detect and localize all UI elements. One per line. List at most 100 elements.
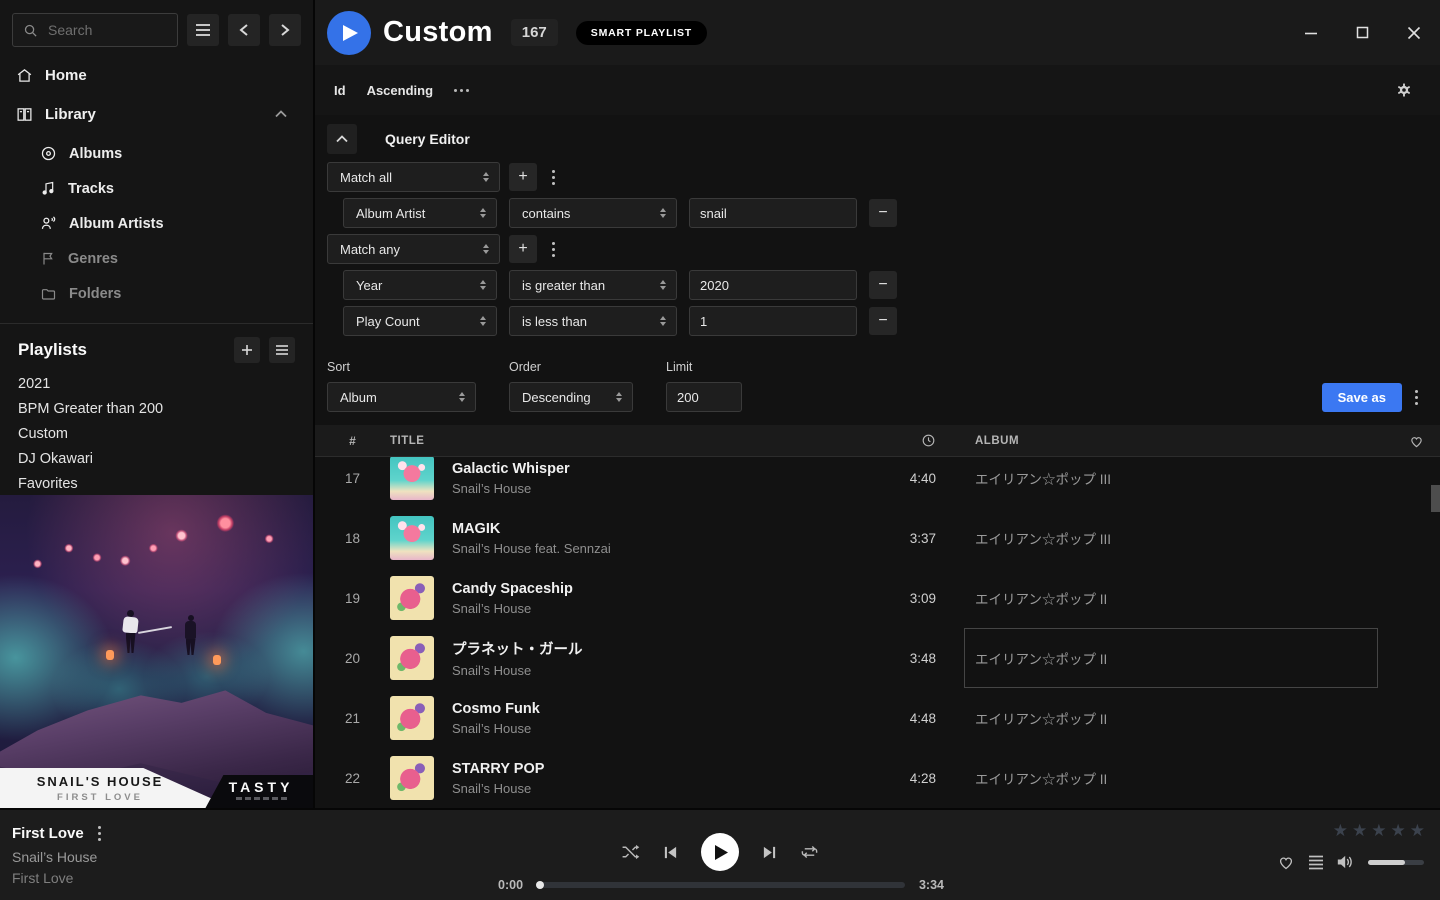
remove-rule-button[interactable]: −: [869, 307, 897, 335]
close-button[interactable]: [1403, 22, 1425, 44]
column-favorite[interactable]: [1392, 434, 1440, 448]
seek-knob[interactable]: [536, 881, 544, 889]
add-playlist-button[interactable]: [234, 337, 260, 363]
scrollbar-thumb[interactable]: [1431, 485, 1440, 512]
volume-button[interactable]: [1337, 854, 1355, 870]
rule-value-input[interactable]: [689, 198, 857, 228]
playlist-view-button[interactable]: [269, 337, 295, 363]
track-row[interactable]: 19Candy SpaceshipSnail’s House3:09エイリアン☆…: [315, 568, 1440, 628]
sidebar-item-albums[interactable]: Albums: [0, 136, 313, 171]
library-list: AlbumsTracksAlbum ArtistsGenresFolders: [0, 136, 313, 311]
track-album: エイリアン☆ポップ III: [975, 468, 1111, 488]
track-album-cell[interactable]: エイリアン☆ポップ II: [942, 568, 1392, 628]
previous-track-button[interactable]: [663, 845, 678, 860]
star-icon[interactable]: ★: [1371, 822, 1386, 839]
shuffle-button[interactable]: [621, 844, 640, 860]
column-title[interactable]: TITLE: [390, 435, 822, 447]
save-more-button[interactable]: [1409, 386, 1424, 409]
track-album-cell[interactable]: エイリアン☆ポップ II: [942, 628, 1392, 688]
repeat-button[interactable]: [800, 844, 819, 860]
playlist-item[interactable]: BPM Greater than 200: [0, 396, 313, 421]
toolbar-more-button[interactable]: [454, 89, 469, 92]
group-more-button[interactable]: [546, 238, 561, 261]
sort-direction-button[interactable]: Ascending: [367, 83, 433, 98]
track-album-cell[interactable]: エイリアン☆ポップ II: [942, 688, 1392, 748]
track-row[interactable]: 21Cosmo FunkSnail’s House4:48エイリアン☆ポップ I…: [315, 688, 1440, 748]
rule-field-select[interactable]: Album Artist: [343, 198, 497, 228]
search-box[interactable]: [12, 13, 178, 47]
column-album[interactable]: ALBUM: [942, 435, 1392, 447]
sidebar-item-genres[interactable]: Genres: [0, 241, 313, 276]
rule-value-input[interactable]: [689, 306, 857, 336]
limit-input[interactable]: [666, 382, 742, 412]
collapse-query-editor-button[interactable]: [327, 124, 357, 154]
star-icon[interactable]: ★: [1333, 822, 1348, 839]
rule-operator-select[interactable]: contains: [509, 198, 677, 228]
track-row[interactable]: 17Galactic WhisperSnail’s House4:40エイリアン…: [315, 457, 1440, 508]
group-more-button[interactable]: [546, 166, 561, 189]
rule-field-select[interactable]: Year: [343, 270, 497, 300]
play-playlist-button[interactable]: [327, 11, 371, 55]
minimize-button[interactable]: [1300, 22, 1322, 44]
track-album-cell[interactable]: エイリアン☆ポップ III: [942, 457, 1392, 508]
sidebar-item-tracks[interactable]: Tracks: [0, 171, 313, 206]
menu-button[interactable]: [187, 14, 219, 46]
match-mode-select[interactable]: Match any: [327, 234, 500, 264]
sort-select[interactable]: Album: [327, 382, 476, 412]
star-icon[interactable]: ★: [1391, 822, 1406, 839]
transport-controls: [621, 833, 819, 871]
now-playing-artist: Snail’s House: [12, 849, 103, 865]
play-pause-button[interactable]: [701, 833, 739, 871]
column-duration[interactable]: [822, 433, 942, 448]
rule-operator-select[interactable]: is less than: [509, 306, 677, 336]
track-number: 17: [315, 471, 390, 486]
track-number: 22: [315, 771, 390, 786]
track-row[interactable]: 22STARRY POPSnail’s House4:28エイリアン☆ポップ I…: [315, 748, 1440, 808]
favorite-button[interactable]: [1277, 854, 1295, 870]
now-playing-menu-button[interactable]: [96, 824, 103, 843]
rule-value-input[interactable]: [689, 270, 857, 300]
save-as-button[interactable]: Save as: [1322, 383, 1402, 412]
sort-field: Sort Album: [327, 360, 476, 412]
sort-label: Sort: [327, 360, 476, 374]
track-artist: Snail’s House: [452, 601, 822, 616]
star-icon[interactable]: ★: [1352, 822, 1367, 839]
playlist-item[interactable]: Favorites: [0, 471, 313, 496]
add-rule-button[interactable]: +: [509, 163, 537, 191]
playlist-item[interactable]: Custom: [0, 421, 313, 446]
track-row[interactable]: 18MAGIKSnail’s House feat. Sennzai3:37エイ…: [315, 508, 1440, 568]
volume-slider[interactable]: [1368, 860, 1424, 865]
playlist-item[interactable]: DJ Okawari: [0, 446, 313, 471]
sidebar-item-library[interactable]: Library: [0, 100, 313, 128]
sort-field-button[interactable]: Id: [334, 83, 346, 98]
queue-button[interactable]: [1308, 855, 1324, 870]
star-icon[interactable]: ★: [1410, 822, 1425, 839]
playlists-header: Playlists: [0, 337, 313, 363]
nav-forward-button[interactable]: [269, 14, 301, 46]
playlist-item[interactable]: 2021: [0, 371, 313, 396]
track-album-cell[interactable]: エイリアン☆ポップ III: [942, 508, 1392, 568]
match-mode-select[interactable]: Match all: [327, 162, 500, 192]
remove-rule-button[interactable]: −: [869, 271, 897, 299]
chevron-up-icon[interactable]: [275, 110, 287, 118]
maximize-button[interactable]: [1352, 22, 1373, 43]
order-select[interactable]: Descending: [509, 382, 633, 412]
sidebar-item-album-artists[interactable]: Album Artists: [0, 206, 313, 241]
now-playing-artwork[interactable]: SNAIL'S HOUSE FIRST LOVE TASTY: [0, 495, 313, 808]
rule-operator-select[interactable]: is greater than: [509, 270, 677, 300]
search-input[interactable]: [46, 21, 167, 39]
track-title: STARRY POP: [452, 761, 822, 777]
now-playing-album: First Love: [12, 870, 103, 886]
sidebar-item-home[interactable]: Home: [0, 61, 313, 89]
add-rule-button[interactable]: +: [509, 235, 537, 263]
next-track-button[interactable]: [762, 845, 777, 860]
sidebar-item-folders[interactable]: Folders: [0, 276, 313, 311]
settings-button[interactable]: [1390, 81, 1418, 99]
track-row[interactable]: 20プラネット・ガールSnail’s House3:48エイリアン☆ポップ II: [315, 628, 1440, 688]
nav-back-button[interactable]: [228, 14, 260, 46]
rule-field-select[interactable]: Play Count: [343, 306, 497, 336]
column-index[interactable]: #: [315, 434, 390, 448]
seek-bar[interactable]: [537, 882, 905, 888]
remove-rule-button[interactable]: −: [869, 199, 897, 227]
track-album-cell[interactable]: エイリアン☆ポップ II: [942, 748, 1392, 808]
